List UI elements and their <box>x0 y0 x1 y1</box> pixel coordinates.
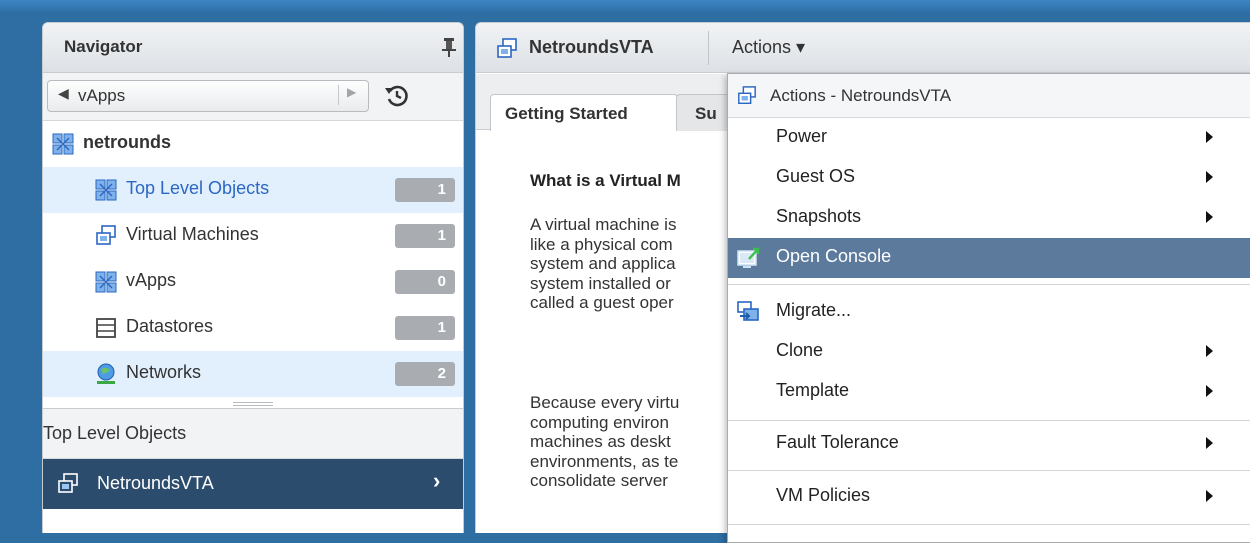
header-divider <box>708 31 709 65</box>
menu-item-label: Clone <box>776 340 824 360</box>
content-paragraph: Because every virtu computing environ ma… <box>530 393 679 491</box>
virtual-machine-icon <box>497 38 517 58</box>
menu-separator <box>728 524 1250 525</box>
navigator-title: Navigator <box>64 37 143 56</box>
navigator-header: Navigator <box>43 23 463 73</box>
menu-item-snapshots[interactable]: Snapshots <box>728 198 1250 238</box>
tree-root-label: netrounds <box>83 132 171 152</box>
submenu-arrow-icon <box>1206 131 1213 143</box>
menu-separator <box>728 470 1250 471</box>
migrate-icon <box>737 301 759 321</box>
menu-item-open-console[interactable]: Open Console <box>728 238 1250 278</box>
actions-menu-header: Actions - NetroundsVTA <box>728 74 1250 118</box>
menu-item-label: Fault Tolerance <box>776 432 899 452</box>
content-heading: What is a Virtual M <box>530 171 681 190</box>
menu-item-label: Snapshots <box>776 206 862 226</box>
related-item-label: NetroundsVTA <box>97 473 214 493</box>
count-badge: 0 <box>395 270 455 294</box>
navigator-panel: Navigator ◀ vApps ▶ netrounds Top Level … <box>42 22 464 533</box>
vapp-icon <box>52 133 74 155</box>
menu-separator <box>728 420 1250 421</box>
menu-item-label: Power <box>776 126 828 146</box>
back-button-label: vApps <box>78 86 126 105</box>
menu-item-vm-policies[interactable]: VM Policies <box>728 477 1250 517</box>
pin-icon[interactable] <box>441 36 457 58</box>
content-paragraph: A virtual machine is like a physical com… <box>530 215 676 313</box>
submenu-arrow-icon <box>1206 211 1213 223</box>
back-button[interactable]: ◀ vApps ▶ <box>47 80 369 112</box>
paragraph-line: machines as deskt <box>530 432 671 451</box>
paragraph-line: system and applica <box>530 254 676 273</box>
object-header: NetroundsVTA Actions ▾ <box>476 23 1250 73</box>
tree-item-top-level-objects[interactable]: Top Level Objects 1 <box>43 167 463 213</box>
paragraph-line: environments, as te <box>530 451 679 471</box>
menu-item-label: Open Console <box>776 246 892 266</box>
actions-dropdown-button[interactable]: Actions ▾ <box>732 37 805 58</box>
menu-item-clone[interactable]: Clone <box>728 332 1250 372</box>
count-badge: 1 <box>395 224 455 248</box>
count-badge: 1 <box>395 178 455 202</box>
tab-getting-started[interactable]: Getting Started <box>490 94 678 131</box>
console-icon <box>737 247 760 268</box>
tree-item-vapps[interactable]: vApps 0 <box>43 259 463 305</box>
splitter-grip-icon[interactable] <box>233 402 273 406</box>
menu-item-label: VM Policies <box>776 485 871 505</box>
forward-icon[interactable]: ▶ <box>338 85 356 105</box>
tree-item-networks[interactable]: Networks 2 <box>43 351 463 397</box>
vapp-icon <box>95 271 117 293</box>
actions-menu-title: Actions - NetroundsVTA <box>770 86 952 105</box>
menu-item-label: Guest OS <box>776 166 856 186</box>
related-objects-header: Top Level Objects <box>43 409 463 459</box>
paragraph-line: consolidate server <box>530 471 668 490</box>
paragraph-line: called a guest oper <box>530 293 674 312</box>
submenu-arrow-icon <box>1206 385 1213 397</box>
paragraph-line: A virtual machine is <box>530 215 677 234</box>
count-badge: 1 <box>395 316 455 340</box>
virtual-machine-icon <box>738 86 756 104</box>
virtual-machine-icon <box>96 225 116 245</box>
navigator-history-bar: ◀ vApps ▶ <box>43 73 463 121</box>
submenu-arrow-icon <box>1206 490 1213 502</box>
chevron-right-icon: › <box>433 468 441 493</box>
menu-item-guest-os[interactable]: Guest OS <box>728 158 1250 198</box>
network-icon <box>97 363 115 384</box>
virtual-machine-icon <box>58 473 78 493</box>
paragraph-line: Because every virtu <box>530 393 680 412</box>
actions-menu: Actions - NetroundsVTA Power Guest OS Sn… <box>727 73 1250 543</box>
datastore-icon <box>96 318 116 338</box>
menu-separator <box>728 284 1250 285</box>
submenu-arrow-icon <box>1206 437 1213 449</box>
tree-item-label: Top Level Objects <box>126 178 270 198</box>
menu-item-label: Template <box>776 380 850 400</box>
menu-item-migrate[interactable]: Migrate... <box>728 292 1250 332</box>
paragraph-line: system installed or <box>530 273 671 293</box>
menu-item-template[interactable]: Template <box>728 372 1250 412</box>
paragraph-line: computing environ <box>530 412 669 432</box>
tree-item-label: Virtual Machines <box>126 224 259 244</box>
menu-item-power[interactable]: Power <box>728 118 1250 158</box>
window-top-band <box>0 0 1250 14</box>
menu-item-label: Migrate... <box>776 300 852 320</box>
chevron-left-icon: ◀ <box>58 85 69 101</box>
tab-label: Getting Started <box>505 104 628 123</box>
count-badge: 2 <box>395 362 455 386</box>
tree-item-virtual-machines[interactable]: Virtual Machines 1 <box>43 213 463 259</box>
menu-item-fault-tolerance[interactable]: Fault Tolerance <box>728 424 1250 464</box>
history-icon[interactable] <box>383 82 411 110</box>
submenu-arrow-icon <box>1206 171 1213 183</box>
tree-item-label: Datastores <box>126 316 214 336</box>
tree-root-netrounds[interactable]: netrounds <box>43 121 463 167</box>
vapp-icon <box>95 179 117 201</box>
related-objects-title: Top Level Objects <box>43 423 187 443</box>
tree-item-label: vApps <box>126 270 177 290</box>
panel-splitter[interactable] <box>43 397 463 409</box>
object-title: NetroundsVTA <box>529 37 654 57</box>
paragraph-line: like a physical com <box>530 234 673 254</box>
tab-label: Su <box>695 104 717 123</box>
tree-item-datastores[interactable]: Datastores 1 <box>43 305 463 351</box>
related-item-netroundsvta[interactable]: NetroundsVTA › <box>43 459 463 509</box>
submenu-arrow-icon <box>1206 345 1213 357</box>
tree-item-label: Networks <box>126 362 202 382</box>
